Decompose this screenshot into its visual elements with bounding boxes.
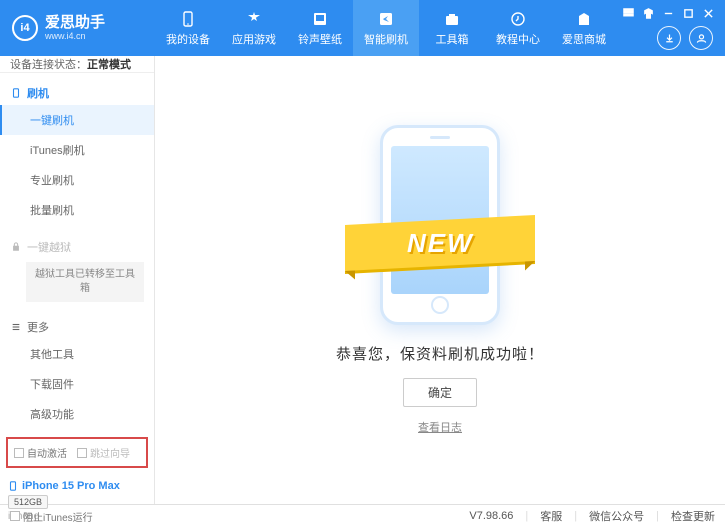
nav-icon <box>245 10 263 28</box>
nav-应用游戏[interactable]: 应用游戏 <box>221 0 287 56</box>
list-icon <box>10 321 22 333</box>
nav-label: 爱思商城 <box>562 31 606 47</box>
device-storage: 512GB <box>8 495 48 509</box>
nav-icon <box>179 10 197 28</box>
logo-icon: i4 <box>12 15 38 41</box>
version-label: V7.98.66 <box>469 510 513 522</box>
nav-教程中心[interactable]: 教程中心 <box>485 0 551 56</box>
section-more-label: 更多 <box>27 319 49 335</box>
nav-工具箱[interactable]: 工具箱 <box>419 0 485 56</box>
brand-logo: i4 爱思助手 www.i4.cn <box>0 15 155 42</box>
nav-icon <box>575 10 593 28</box>
nav-icon <box>311 10 329 28</box>
nav-铃声壁纸[interactable]: 铃声壁纸 <box>287 0 353 56</box>
nav-智能刷机[interactable]: 智能刷机 <box>353 0 419 56</box>
nav-爱思商城[interactable]: 爱思商城 <box>551 0 617 56</box>
device-status: 设备连接状态： 正常模式 <box>0 56 154 73</box>
customer-service-link[interactable]: 客服 <box>540 508 562 524</box>
nav-我的设备[interactable]: 我的设备 <box>155 0 221 56</box>
sidebar-item-批量刷机[interactable]: 批量刷机 <box>0 195 154 225</box>
success-illustration: NEW <box>365 125 515 325</box>
phone-icon <box>8 481 18 491</box>
sidebar-item-一键刷机[interactable]: 一键刷机 <box>0 105 154 135</box>
section-more[interactable]: 更多 <box>0 315 154 339</box>
download-button[interactable] <box>657 26 681 50</box>
nav-label: 我的设备 <box>166 31 210 47</box>
skip-guide-label: 跳过向导 <box>90 445 130 460</box>
sidebar-item-下载固件[interactable]: 下载固件 <box>0 369 154 399</box>
section-flash-label: 刷机 <box>27 85 49 101</box>
check-update-link[interactable]: 检查更新 <box>671 508 715 524</box>
block-itunes-label: 阻止iTunes运行 <box>23 509 93 524</box>
skip-guide-checkbox[interactable]: 跳过向导 <box>77 445 130 460</box>
nav-label: 铃声壁纸 <box>298 31 342 47</box>
nav-label: 工具箱 <box>436 31 469 47</box>
jailbreak-note: 越狱工具已转移至工具箱 <box>26 262 144 302</box>
status-label: 设备连接状态： <box>10 56 87 72</box>
sidebar-item-专业刷机[interactable]: 专业刷机 <box>0 165 154 195</box>
status-value: 正常模式 <box>87 56 131 72</box>
option-checkboxes: 自动激活 跳过向导 <box>6 437 148 468</box>
ribbon-text: NEW <box>407 228 474 259</box>
phone-icon <box>10 87 22 99</box>
brand-title: 爱思助手 <box>45 15 105 32</box>
brand-subtitle: www.i4.cn <box>45 31 105 41</box>
sidebar-item-高级功能[interactable]: 高级功能 <box>0 399 154 429</box>
skin-icon[interactable] <box>641 6 655 20</box>
sidebar-item-iTunes刷机[interactable]: iTunes刷机 <box>0 135 154 165</box>
ok-button[interactable]: 确定 <box>403 378 477 407</box>
view-log-link[interactable]: 查看日志 <box>418 419 462 435</box>
lock-icon <box>10 241 22 253</box>
nav-icon <box>443 10 461 28</box>
settings-icon[interactable] <box>621 6 635 20</box>
section-flash[interactable]: 刷机 <box>0 81 154 105</box>
maximize-icon[interactable] <box>681 6 695 20</box>
nav-label: 教程中心 <box>496 31 540 47</box>
nav-label: 智能刷机 <box>364 31 408 47</box>
wechat-link[interactable]: 微信公众号 <box>589 508 644 524</box>
block-itunes-checkbox[interactable]: 阻止iTunes运行 <box>10 509 93 524</box>
section-jailbreak-label: 一键越狱 <box>27 239 71 255</box>
minimize-icon[interactable] <box>661 6 675 20</box>
section-jailbreak[interactable]: 一键越狱 <box>0 235 154 259</box>
nav-icon <box>509 10 527 28</box>
auto-activate-checkbox[interactable]: 自动激活 <box>14 445 67 460</box>
user-button[interactable] <box>689 26 713 50</box>
sidebar-item-其他工具[interactable]: 其他工具 <box>0 339 154 369</box>
nav-icon <box>377 10 395 28</box>
device-name[interactable]: iPhone 15 Pro Max <box>8 480 146 492</box>
nav-label: 应用游戏 <box>232 31 276 47</box>
auto-activate-label: 自动激活 <box>27 445 67 460</box>
close-icon[interactable] <box>701 6 715 20</box>
success-message: 恭喜您，保资料刷机成功啦！ <box>336 343 544 364</box>
